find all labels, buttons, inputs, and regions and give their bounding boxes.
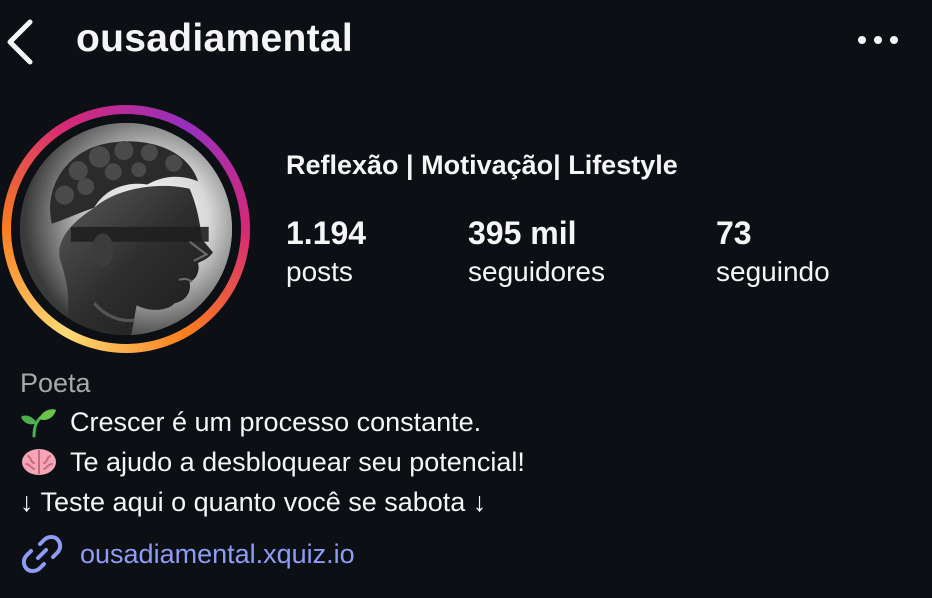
avatar-gap — [11, 114, 241, 344]
stat-posts-label: posts — [286, 256, 353, 287]
profile-bio: Poeta Crescer é um processo constante. T… — [20, 364, 525, 522]
stat-followers-label: seguidores — [468, 256, 605, 287]
story-ring[interactable] — [2, 105, 250, 353]
bio-line: ↓ Teste aqui o quanto você se sabota ↓ — [20, 482, 525, 522]
bio-line-text: ↓ Teste aqui o quanto você se sabota ↓ — [20, 487, 487, 517]
profile-avatar — [20, 123, 232, 335]
profile-username: ousadiamental — [76, 17, 353, 60]
profile-screen: ousadiamental Reflexão | Motivação| Life… — [0, 0, 932, 598]
seedling-icon — [20, 406, 58, 438]
bio-line: Te ajudo a desbloquear seu potencial! — [20, 442, 525, 482]
stat-followers[interactable]: 395 mil seguidores — [468, 214, 605, 290]
bio-line-text: Te ajudo a desbloquear seu potencial! — [70, 447, 525, 477]
stat-following-value: 73 — [716, 215, 752, 251]
bio-role: Poeta — [20, 368, 91, 398]
more-horizontal-icon[interactable] — [854, 26, 906, 54]
bio-link-text[interactable]: ousadiamental.xquiz.io — [80, 539, 355, 570]
stat-followers-value: 395 mil — [468, 215, 577, 251]
chevron-left-icon[interactable] — [2, 16, 42, 68]
statue-head-image — [20, 123, 232, 335]
bio-link[interactable]: ousadiamental.xquiz.io — [20, 532, 355, 576]
bio-line-text: Crescer é um processo constante. — [70, 407, 482, 437]
brain-icon — [20, 446, 58, 478]
link-icon — [20, 532, 64, 576]
stat-posts[interactable]: 1.194 posts — [286, 214, 366, 290]
stat-posts-value: 1.194 — [286, 215, 367, 251]
stat-following-label: seguindo — [716, 256, 830, 287]
bio-line: Crescer é um processo constante. — [20, 402, 525, 442]
stat-following[interactable]: 73 seguindo — [716, 214, 830, 290]
profile-category: Reflexão | Motivação| Lifestyle — [286, 150, 678, 180]
